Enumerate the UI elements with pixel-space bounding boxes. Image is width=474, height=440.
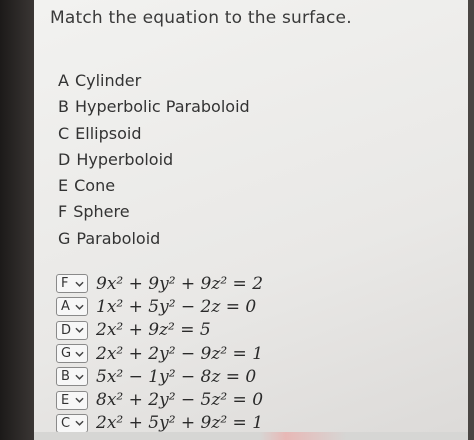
match-row: A 1x² + 5y² − 2z = 0 bbox=[56, 295, 456, 318]
monitor-frame-right bbox=[468, 0, 474, 440]
answer-select[interactable]: A bbox=[56, 297, 88, 317]
answer-select-value: C bbox=[61, 415, 71, 431]
option-item: G Paraboloid bbox=[58, 226, 250, 252]
equation: 2x² + 2y² − 9z² = 1 bbox=[96, 343, 264, 364]
match-rows: F 9x² + 9y² + 9z² = 2 A 1x² + 5y² − 2z =… bbox=[56, 272, 456, 435]
answer-select[interactable]: F bbox=[56, 274, 88, 294]
match-row: B 5x² − 1y² − 8z = 0 bbox=[56, 365, 456, 388]
chevron-down-icon bbox=[75, 351, 84, 357]
equation: 5x² − 1y² − 8z = 0 bbox=[96, 366, 257, 387]
question-text: Match the equation to the surface. bbox=[50, 8, 352, 28]
option-name: Cylinder bbox=[74, 71, 142, 90]
answer-select[interactable]: G bbox=[56, 344, 88, 364]
bottom-edge bbox=[34, 432, 468, 440]
option-name: Cone bbox=[74, 176, 116, 196]
match-row: E 8x² + 2y² − 5z² = 0 bbox=[56, 388, 456, 411]
option-name: Hyperboloid bbox=[76, 149, 174, 169]
chevron-down-icon bbox=[75, 374, 84, 380]
answer-select[interactable]: D bbox=[56, 320, 88, 340]
option-name: Paraboloid bbox=[76, 228, 161, 248]
answer-select[interactable]: C bbox=[56, 413, 88, 433]
option-letter: F bbox=[58, 202, 68, 222]
question-panel: Match the equation to the surface. A Cyli… bbox=[34, 0, 468, 440]
option-letter: G bbox=[58, 228, 71, 248]
option-item: B Hyperbolic Paraboloid bbox=[58, 94, 250, 120]
match-row: D 2x² + 9z² = 5 bbox=[56, 319, 456, 342]
chevron-down-icon bbox=[75, 327, 84, 334]
equation: 8x² + 2y² − 5z² = 0 bbox=[96, 390, 264, 411]
option-letter: B bbox=[58, 97, 69, 117]
option-name: Ellipsoid bbox=[75, 123, 142, 143]
option-letter: E bbox=[58, 176, 69, 196]
chevron-down-icon bbox=[75, 421, 84, 427]
answer-select-value: D bbox=[61, 322, 72, 338]
answer-select-value: A bbox=[61, 299, 70, 315]
equation: 9x² + 9y² + 9z² = 2 bbox=[96, 273, 264, 294]
match-row: G 2x² + 2y² − 9z² = 1 bbox=[56, 342, 456, 365]
chevron-down-icon bbox=[75, 304, 84, 310]
option-item: A Cylinder bbox=[58, 68, 250, 94]
option-letter: A bbox=[58, 71, 69, 90]
answer-select[interactable]: E bbox=[56, 390, 88, 410]
equation: 2x² + 5y² + 9z² = 1 bbox=[96, 413, 264, 434]
option-name: Hyperbolic Paraboloid bbox=[74, 97, 250, 117]
answer-select-value: F bbox=[61, 276, 69, 292]
surface-options-list: A Cylinder B Hyperbolic Paraboloid C Ellips… bbox=[58, 68, 250, 252]
equation: 1x² + 5y² − 2z = 0 bbox=[96, 296, 257, 317]
equation: 2x² + 9z² = 5 bbox=[96, 320, 211, 341]
option-name: Sphere bbox=[73, 202, 130, 222]
chevron-down-icon bbox=[75, 281, 84, 287]
option-item: F Sphere bbox=[58, 199, 250, 225]
match-row: F 9x² + 9y² + 9z² = 2 bbox=[56, 272, 456, 295]
answer-select-value: E bbox=[61, 392, 70, 408]
option-item: D Hyperboloid bbox=[58, 147, 250, 173]
answer-select[interactable]: B bbox=[56, 367, 88, 387]
option-item: E Cone bbox=[58, 173, 250, 199]
option-item: C Ellipsoid bbox=[58, 121, 250, 147]
answer-select-value: G bbox=[61, 346, 72, 362]
chevron-down-icon bbox=[75, 397, 84, 403]
answer-select-value: B bbox=[61, 369, 70, 385]
monitor-frame-left bbox=[0, 0, 34, 440]
option-letter: D bbox=[58, 149, 71, 169]
option-letter: C bbox=[58, 123, 70, 143]
